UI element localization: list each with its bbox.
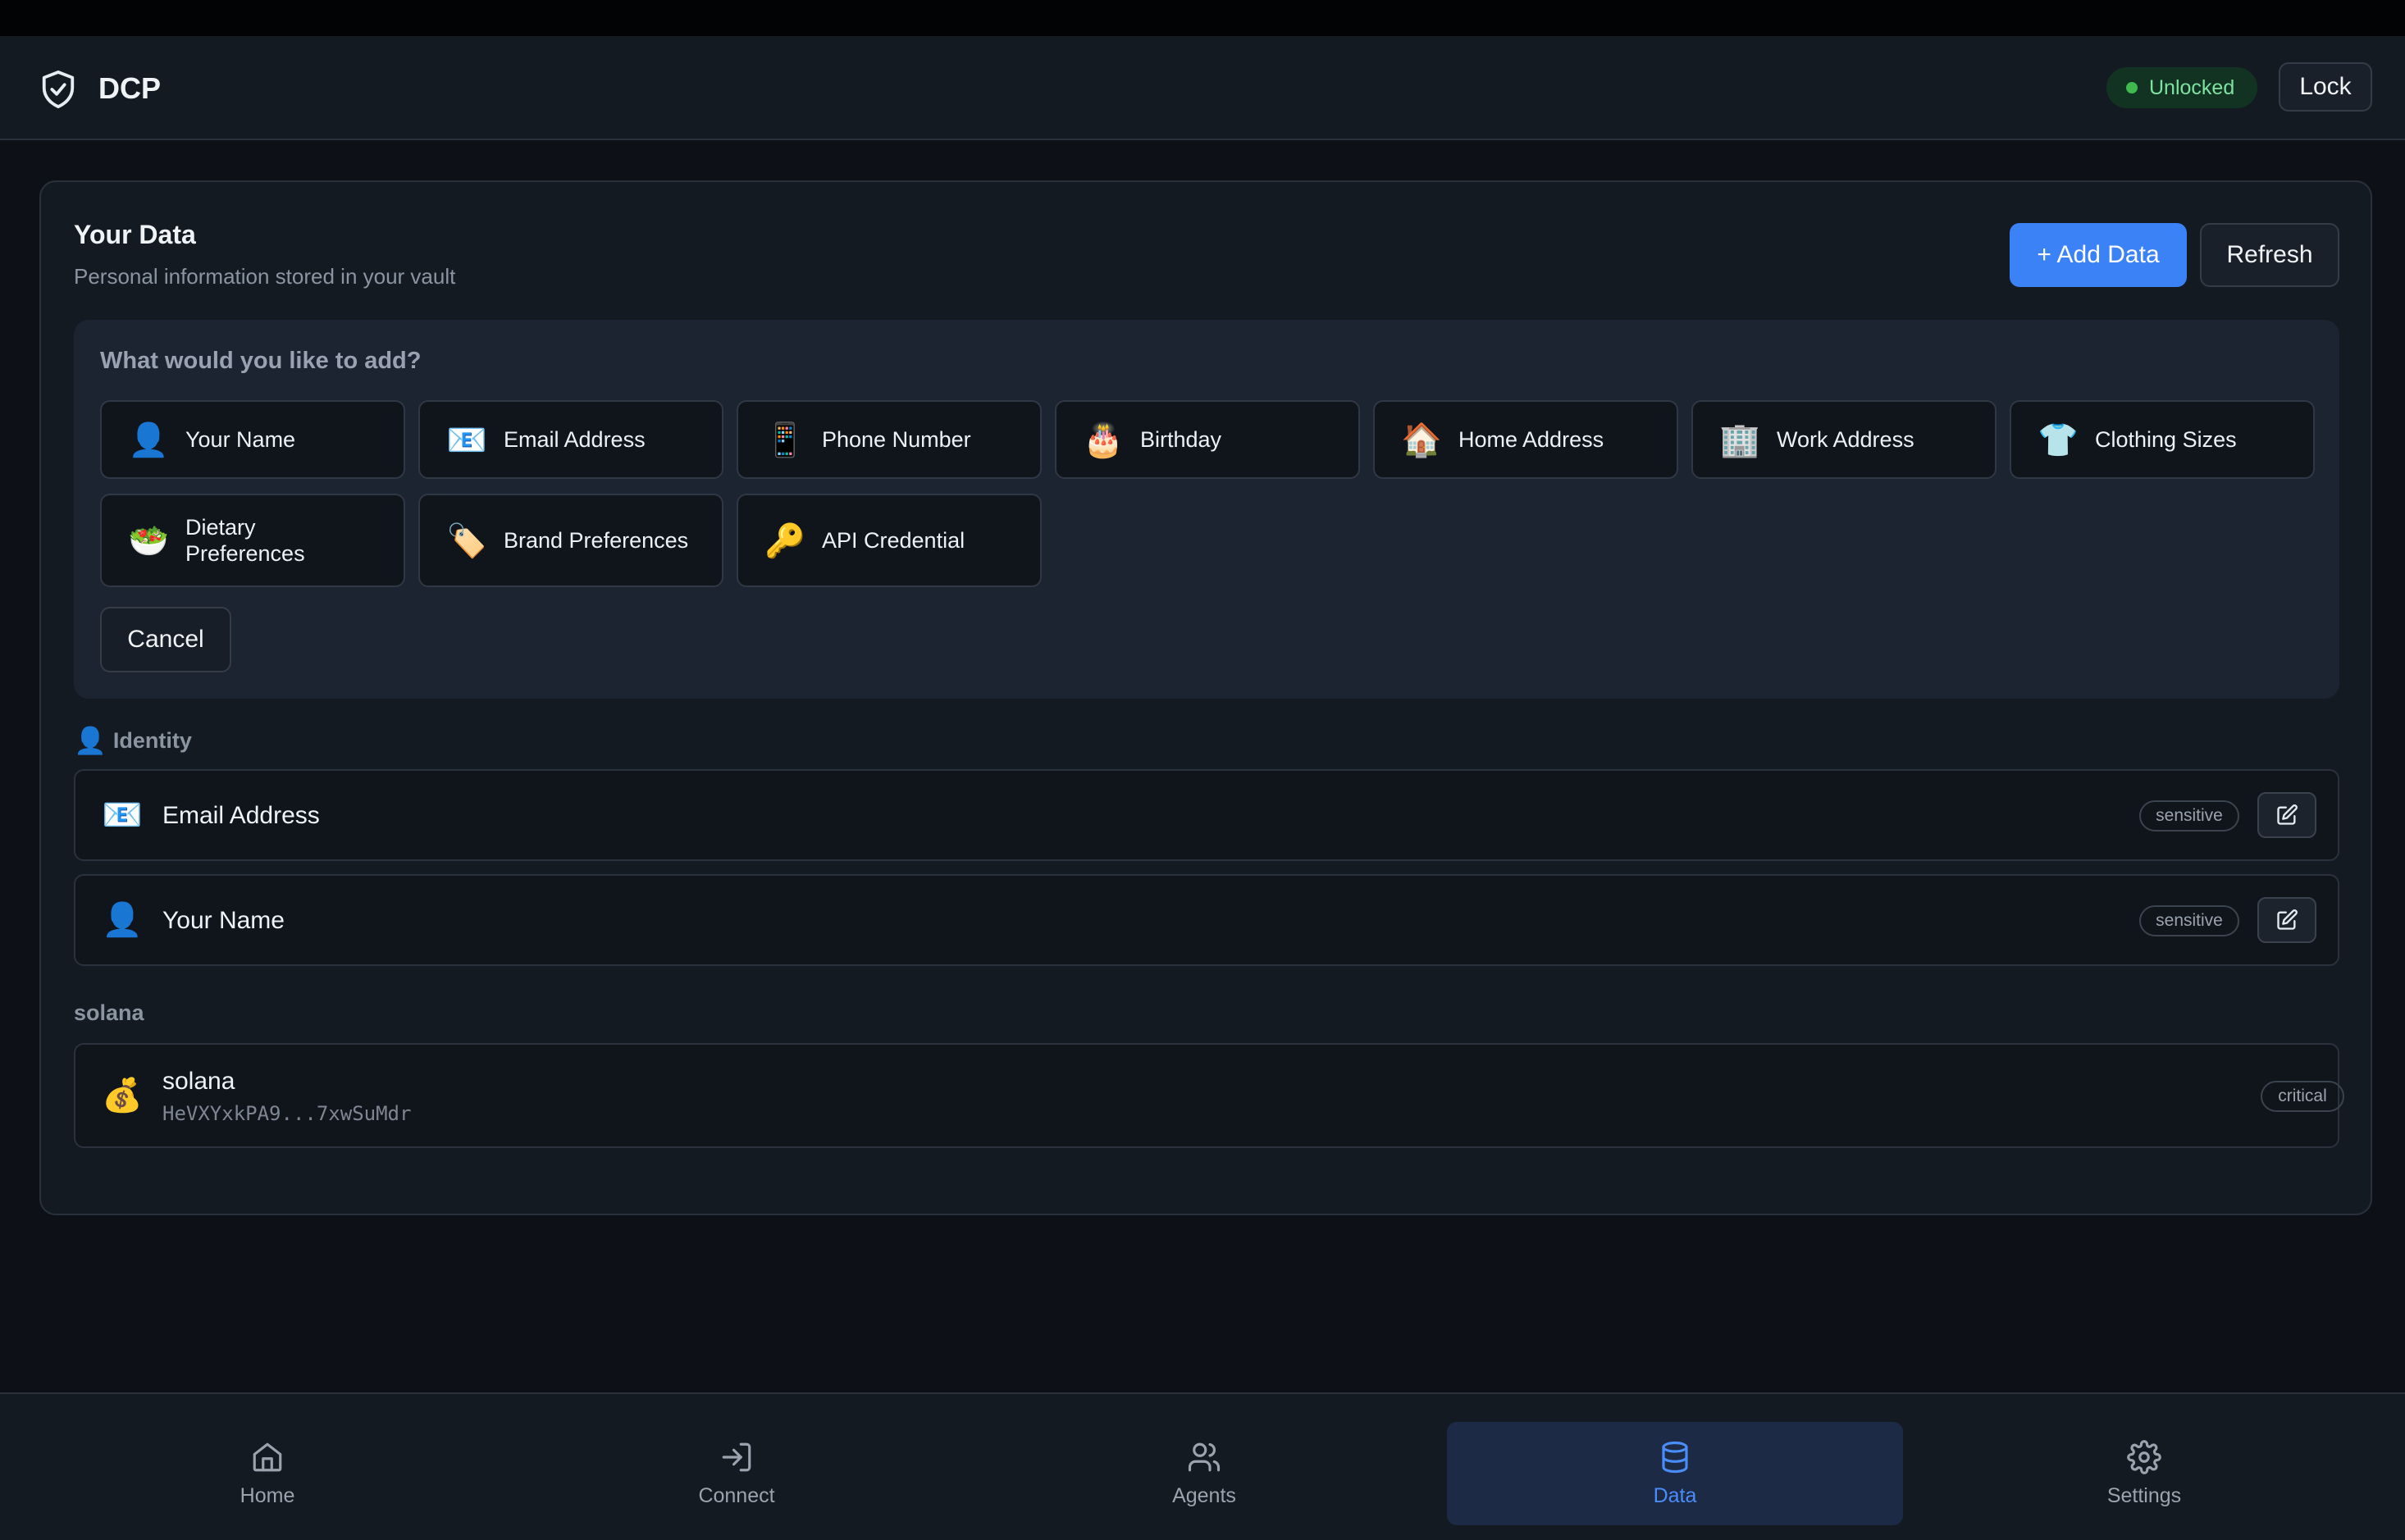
status-badge: Unlocked: [2106, 67, 2257, 108]
edit-icon: [2277, 804, 2298, 825]
office-building-icon: 🏢: [1719, 421, 1760, 459]
app-title: DCP: [98, 71, 162, 105]
data-item-email-address[interactable]: 📧 Email Address sensitive: [74, 769, 2339, 861]
top-strip: [0, 0, 2405, 36]
item-label: Email Address: [162, 802, 320, 829]
card-subtitle: Personal information stored in your vaul…: [74, 264, 456, 289]
edit-button[interactable]: [2257, 897, 2316, 943]
nav-data[interactable]: Data: [1447, 1422, 1903, 1525]
sensitivity-tag: critical: [2261, 1081, 2344, 1112]
option-birthday[interactable]: 🎂 Birthday: [1055, 400, 1360, 479]
option-label: Brand Preferences: [504, 528, 689, 553]
home-icon: [253, 1442, 282, 1471]
nav-label: Settings: [2106, 1483, 2182, 1507]
person-icon: 👤: [128, 421, 169, 459]
option-label: API Credential: [822, 528, 965, 553]
money-bag-icon: 💰: [102, 1077, 143, 1114]
option-home-address[interactable]: 🏠 Home Address: [1373, 400, 1678, 479]
card-title: Your Data: [74, 220, 196, 249]
option-work-address[interactable]: 🏢 Work Address: [1691, 400, 1997, 479]
shield-check-icon: [42, 70, 75, 108]
data-card: Your Data Personal information stored in…: [39, 180, 2372, 1215]
lock-button[interactable]: Lock: [2279, 62, 2372, 112]
option-label: Home Address: [1458, 427, 1604, 452]
key-icon: 🔑: [764, 522, 805, 560]
gear-icon: [2127, 1439, 2161, 1474]
nav-settings[interactable]: Settings: [1916, 1422, 2372, 1525]
item-label: solana: [162, 1068, 235, 1095]
nav-agents[interactable]: Agents: [976, 1422, 1432, 1525]
option-label: Phone Number: [822, 427, 971, 452]
option-label: Birthday: [1140, 427, 1222, 452]
sensitivity-tag: sensitive: [2139, 905, 2239, 936]
add-panel-title: What would you like to add?: [100, 348, 422, 374]
refresh-button[interactable]: Refresh: [2200, 223, 2339, 287]
label-tag-icon: 🏷️: [446, 522, 487, 560]
section-title: Identity: [112, 727, 192, 753]
nav-label: Agents: [1172, 1483, 1236, 1507]
cancel-button[interactable]: Cancel: [100, 607, 231, 672]
envelope-icon: 📧: [102, 796, 143, 834]
nav-label: Connect: [698, 1483, 775, 1507]
phone-icon: 📱: [764, 421, 805, 459]
envelope-icon: 📧: [446, 421, 487, 459]
section-heading-identity: 👤 Identity: [74, 725, 192, 756]
status-label: Unlocked: [2149, 75, 2235, 99]
section-heading-solana: solana: [74, 1000, 144, 1026]
nav-label: Data: [1653, 1483, 1697, 1507]
section-title: solana: [74, 1000, 144, 1025]
app-header: DCP Unlocked Lock: [0, 36, 2405, 140]
person-icon: 👤: [74, 725, 107, 756]
nav-label: Home: [240, 1483, 295, 1507]
t-shirt-icon: 👕: [2038, 421, 2079, 459]
sensitivity-tag: sensitive: [2139, 800, 2239, 832]
nav-connect[interactable]: Connect: [509, 1422, 965, 1525]
bottom-nav: Home Connect Agents Data Settings: [0, 1392, 2405, 1540]
option-phone-number[interactable]: 📱 Phone Number: [737, 400, 1042, 479]
data-item-solana[interactable]: 💰 solana HeVXYxkPA9...7xwSuMdr critical: [74, 1043, 2344, 1148]
option-label: Dietary Preferences: [185, 515, 305, 566]
option-clothing-sizes[interactable]: 👕 Clothing Sizes: [2010, 400, 2315, 479]
option-dietary-preferences[interactable]: 🥗 Dietary Preferences: [100, 494, 405, 587]
edit-icon: [2277, 909, 2298, 930]
users-icon: [1188, 1442, 1221, 1471]
option-label: Email Address: [504, 427, 646, 452]
log-in-icon: [722, 1442, 751, 1471]
option-api-credential[interactable]: 🔑 API Credential: [737, 494, 1042, 587]
cake-icon: 🎂: [1083, 421, 1124, 459]
option-label: Clothing Sizes: [2095, 427, 2237, 452]
edit-button[interactable]: [2257, 792, 2316, 838]
add-data-button[interactable]: + Add Data: [2010, 223, 2187, 287]
option-your-name[interactable]: 👤 Your Name: [100, 400, 405, 479]
option-brand-preferences[interactable]: 🏷️ Brand Preferences: [418, 494, 723, 587]
person-icon: 👤: [102, 901, 143, 939]
item-label: Your Name: [162, 907, 285, 934]
status-dot: [2126, 82, 2138, 93]
option-email-address[interactable]: 📧 Email Address: [418, 400, 723, 479]
wallet-address: HeVXYxkPA9...7xwSuMdr: [162, 1102, 412, 1125]
option-label: Work Address: [1777, 427, 1914, 452]
data-item-your-name[interactable]: 👤 Your Name sensitive: [74, 874, 2339, 966]
nav-home[interactable]: Home: [39, 1422, 495, 1525]
salad-icon: 🥗: [128, 522, 169, 560]
add-data-panel: What would you like to add? 👤 Your Name …: [74, 320, 2339, 699]
house-icon: 🏠: [1401, 421, 1442, 459]
database-icon: [1662, 1441, 1688, 1473]
option-label: Your Name: [185, 427, 296, 452]
